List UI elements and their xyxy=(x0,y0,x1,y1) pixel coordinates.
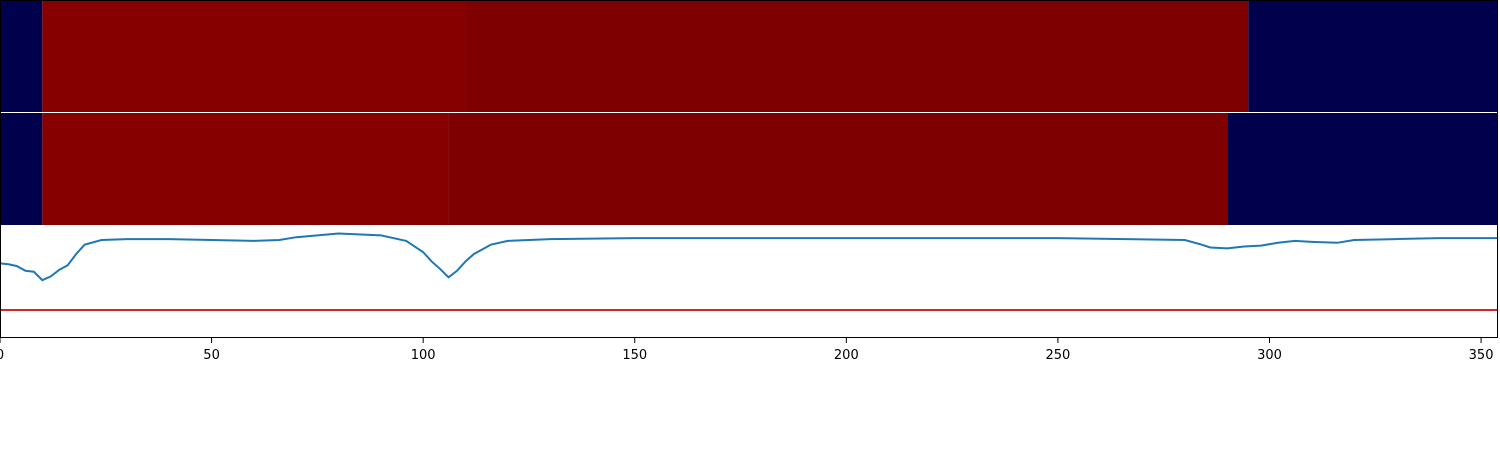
heatmap-bands xyxy=(0,0,1498,225)
x-tick-label: 200 xyxy=(834,348,859,363)
x-tick-label: 50 xyxy=(203,348,220,363)
heatmap-cell xyxy=(448,113,1228,225)
x-tick-label: 0 xyxy=(0,348,4,363)
x-tick-label: 250 xyxy=(1045,348,1070,363)
heatmap-band xyxy=(0,0,1498,112)
heatmap-cell xyxy=(42,0,466,112)
heatmap-cell xyxy=(1227,113,1498,225)
heatmap-band xyxy=(0,113,1498,225)
x-tick-label: 350 xyxy=(1469,348,1494,363)
x-tick-label: 100 xyxy=(411,348,436,363)
heatmap-cell xyxy=(465,0,1249,112)
heatmap-cell xyxy=(42,113,449,225)
x-tick-label: 300 xyxy=(1257,348,1282,363)
heatmap-cell xyxy=(0,0,43,112)
figure: 0 50 100 150 200 250 300 350 xyxy=(0,0,1498,363)
heatmap-cell xyxy=(0,113,43,225)
line-plot-area xyxy=(0,226,1498,338)
heatmap-cell xyxy=(1248,0,1498,112)
x-tick-label: 150 xyxy=(622,348,647,363)
